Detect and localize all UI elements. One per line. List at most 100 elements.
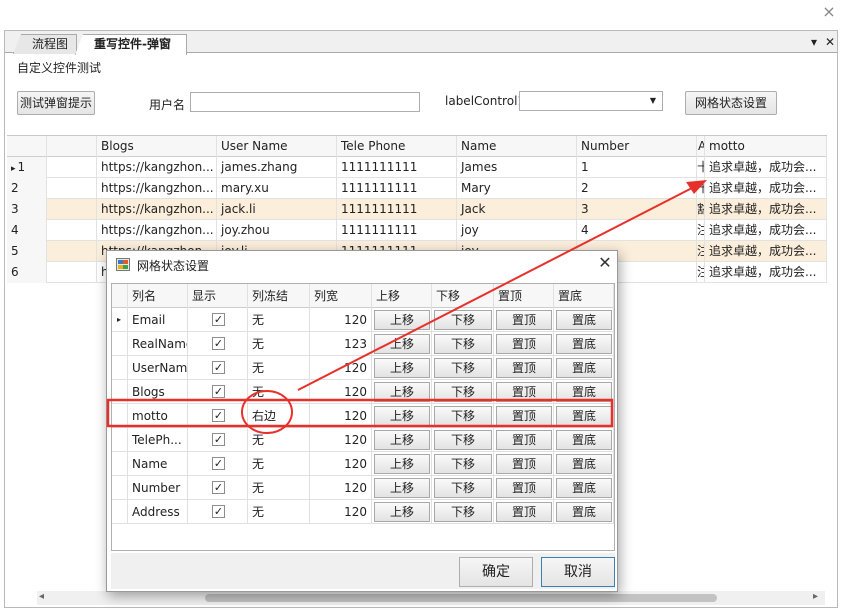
- cell-name[interactable]: Mary: [457, 178, 577, 199]
- col-header-blogs[interactable]: Blogs: [97, 136, 217, 157]
- move-up-button[interactable]: 上移: [374, 454, 430, 474]
- freeze-cell[interactable]: 无: [248, 308, 310, 332]
- move-up-button[interactable]: 上移: [374, 502, 430, 522]
- cell-name[interactable]: Jack: [457, 199, 577, 220]
- show-checkbox[interactable]: ✓: [212, 313, 225, 326]
- width-cell[interactable]: 120: [310, 476, 372, 500]
- move-down-button[interactable]: 下移: [434, 358, 492, 378]
- cell-blogs[interactable]: https://kangzhon...: [97, 199, 217, 220]
- row-number[interactable]: 6: [7, 262, 47, 283]
- settings-row[interactable]: motto ✓ 右边 120 上移 下移 置顶 置底: [112, 404, 614, 428]
- column-name-cell[interactable]: Name: [128, 452, 188, 476]
- cell-number[interactable]: 1: [577, 157, 697, 178]
- move-top-button[interactable]: 置顶: [496, 334, 552, 354]
- dialog-close-icon[interactable]: ✕: [595, 253, 615, 273]
- column-name-cell[interactable]: Blogs: [128, 380, 188, 404]
- col-header-telephone[interactable]: Tele Phone: [337, 136, 457, 157]
- move-down-button[interactable]: 下移: [434, 334, 492, 354]
- freeze-cell[interactable]: 无: [248, 476, 310, 500]
- settings-row[interactable]: ▸ Email ✓ 无 120 上移 下移 置顶 置底: [112, 308, 614, 332]
- cell-blogs[interactable]: https://kangzhon...: [97, 220, 217, 241]
- table-row[interactable]: 4 https://kangzhon... joy.zhou 1111111111 jo…: [7, 220, 827, 241]
- cell-motto[interactable]: 追求卓越，成功会...: [705, 178, 827, 199]
- width-cell[interactable]: 123: [310, 332, 372, 356]
- cell-number[interactable]: 2: [577, 178, 697, 199]
- move-bottom-button[interactable]: 置底: [556, 358, 612, 378]
- move-up-button[interactable]: 上移: [374, 478, 430, 498]
- move-up-button[interactable]: 上移: [374, 406, 430, 426]
- test-popup-button[interactable]: 测试弹窗提示: [17, 91, 95, 115]
- move-up-button[interactable]: 上移: [374, 358, 430, 378]
- cell-motto[interactable]: 追求卓越，成功会...: [705, 241, 827, 262]
- column-name-cell[interactable]: UserName: [128, 356, 188, 380]
- chevron-down-icon[interactable]: ▼: [646, 94, 660, 108]
- settings-row[interactable]: UserName ✓ 无120上移下移置顶置底: [112, 356, 614, 380]
- row-blank-cell[interactable]: [47, 241, 97, 262]
- ok-button[interactable]: 确定: [459, 557, 533, 587]
- cell-phone[interactable]: 1111111111: [337, 178, 457, 199]
- column-name-cell[interactable]: TelePh...: [128, 428, 188, 452]
- cell-number[interactable]: 4: [577, 220, 697, 241]
- show-checkbox[interactable]: ✓: [212, 409, 225, 422]
- row-number[interactable]: 3: [7, 199, 47, 220]
- cell-a[interactable]: 十: [697, 178, 705, 199]
- freeze-cell[interactable]: 右边: [248, 404, 310, 428]
- move-up-button[interactable]: 上移: [374, 382, 430, 402]
- col-header-username[interactable]: User Name: [217, 136, 337, 157]
- cell-user[interactable]: jack.li: [217, 199, 337, 220]
- move-up-button[interactable]: 上移: [374, 310, 430, 330]
- move-down-button[interactable]: 下移: [434, 454, 492, 474]
- cell-blogs[interactable]: https://kangzhon...: [97, 178, 217, 199]
- row-blank-cell[interactable]: [47, 157, 97, 178]
- show-checkbox[interactable]: ✓: [212, 505, 225, 518]
- move-top-button[interactable]: 置顶: [496, 358, 552, 378]
- move-top-button[interactable]: 置顶: [496, 430, 552, 450]
- width-cell[interactable]: 120: [310, 404, 372, 428]
- freeze-cell[interactable]: 无: [248, 428, 310, 452]
- combo-box[interactable]: ▼: [519, 91, 663, 111]
- freeze-cell[interactable]: 无: [248, 332, 310, 356]
- scroll-left-icon[interactable]: ◂: [39, 591, 44, 602]
- tab-close-icon[interactable]: ✕: [825, 34, 835, 50]
- show-checkbox[interactable]: ✓: [212, 457, 225, 470]
- cell-name[interactable]: James: [457, 157, 577, 178]
- settings-row[interactable]: RealName ✓ 无 123 上移 下移 置顶 置底: [112, 332, 614, 356]
- width-cell[interactable]: 120: [310, 500, 372, 524]
- cell-motto[interactable]: 追求卓越，成功会...: [705, 220, 827, 241]
- move-top-button[interactable]: 置顶: [496, 502, 552, 522]
- move-top-button[interactable]: 置顶: [496, 382, 552, 402]
- column-name-cell[interactable]: Number: [128, 476, 188, 500]
- row-blank-cell[interactable]: [47, 199, 97, 220]
- row-blank-cell[interactable]: [47, 178, 97, 199]
- width-cell[interactable]: 120: [310, 428, 372, 452]
- move-bottom-button[interactable]: 置底: [556, 310, 612, 330]
- settings-row[interactable]: Name ✓ 无 120 上移 下移 置顶 置底: [112, 452, 614, 476]
- column-name-cell[interactable]: motto: [128, 404, 188, 428]
- cell-phone[interactable]: 1111111111: [337, 220, 457, 241]
- width-cell[interactable]: 120: [310, 308, 372, 332]
- col-header-a[interactable]: A: [697, 136, 705, 157]
- settings-row[interactable]: TelePh... ✓ 无 120 上移 下移 置顶 置底: [112, 428, 614, 452]
- settings-row[interactable]: Blogs ✓ 无 120 上移 下移 置顶 置底: [112, 380, 614, 404]
- cell-user[interactable]: mary.xu: [217, 178, 337, 199]
- move-bottom-button[interactable]: 置底: [556, 502, 612, 522]
- username-input[interactable]: [190, 92, 420, 112]
- row-blank-cell[interactable]: [47, 220, 97, 241]
- horizontal-scrollbar[interactable]: ◂ ▸: [37, 591, 825, 605]
- tab-popup-controls[interactable]: 重写控件-弹窗类: [75, 34, 187, 55]
- row-number[interactable]: ▸ 1: [7, 157, 47, 178]
- cell-motto[interactable]: 追求卓越，成功会...: [705, 157, 827, 178]
- cell-name[interactable]: joy: [457, 220, 577, 241]
- move-bottom-button[interactable]: 置底: [556, 454, 612, 474]
- move-up-button[interactable]: 上移: [374, 430, 430, 450]
- cell-motto[interactable]: 追求卓越，成功会...: [705, 262, 827, 283]
- cell-user[interactable]: joy.zhou: [217, 220, 337, 241]
- row-number[interactable]: 5: [7, 241, 47, 262]
- table-row[interactable]: 3 https://kangzhon... jack.li 1111111111 Jac…: [7, 199, 827, 220]
- column-name-cell[interactable]: Address: [128, 500, 188, 524]
- row-number[interactable]: 2: [7, 178, 47, 199]
- move-top-button[interactable]: 置顶: [496, 478, 552, 498]
- width-cell[interactable]: 120: [310, 380, 372, 404]
- freeze-cell[interactable]: 无: [248, 500, 310, 524]
- show-checkbox[interactable]: ✓: [212, 433, 225, 446]
